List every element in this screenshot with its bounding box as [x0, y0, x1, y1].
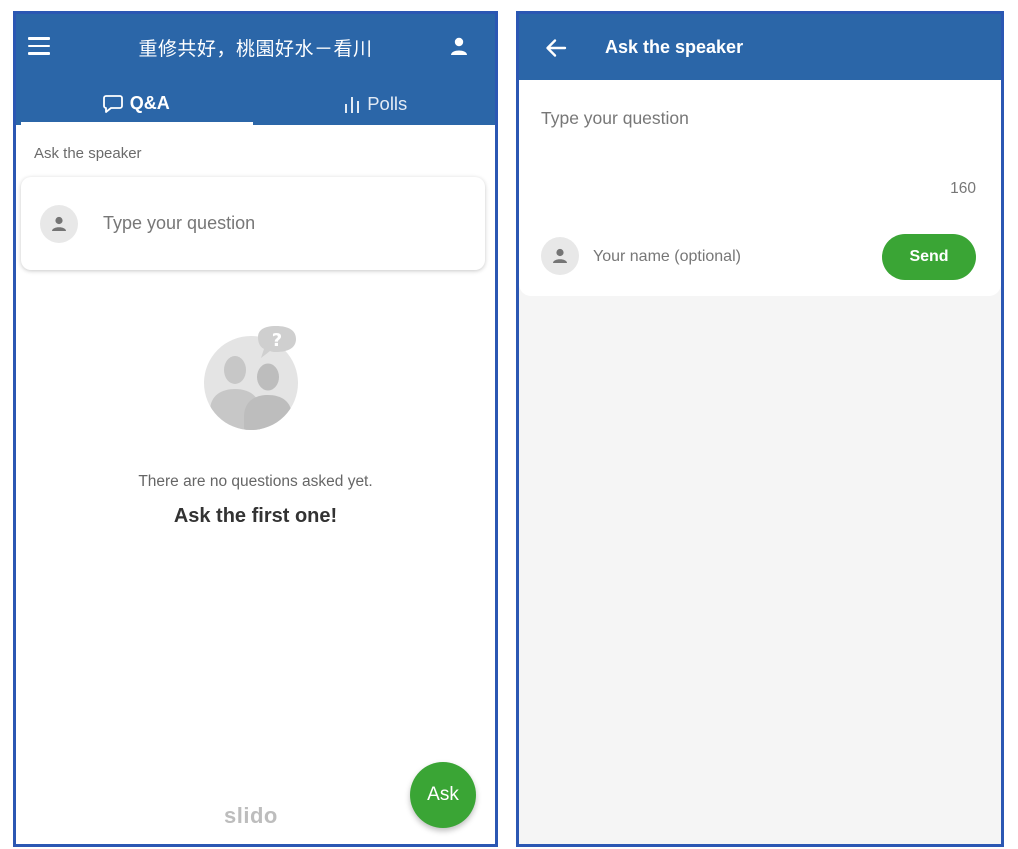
char-counter: 160	[950, 180, 976, 197]
question-placeholder: Type your question	[103, 213, 256, 233]
profile-icon[interactable]	[449, 36, 469, 56]
tab-bar: Q&A Polls	[16, 82, 495, 125]
chat-bubble-icon	[102, 94, 123, 113]
avatar	[40, 205, 78, 243]
empty-state-cta: Ask the first one!	[173, 505, 338, 527]
qa-screen: 重修共好，桃園好水－看川 Q&A Polls Ask the speaker T…	[13, 11, 498, 847]
tab-polls[interactable]: Polls	[256, 82, 496, 125]
send-button[interactable]: Send	[882, 234, 976, 280]
ask-question-screen: Ask the speaker Type your question 160 Y…	[516, 11, 1004, 847]
ask-header: Ask the speaker	[519, 14, 1001, 80]
question-input-card[interactable]: Type your question	[21, 177, 485, 270]
question-mark: ?	[272, 330, 282, 351]
avatar	[541, 237, 579, 275]
event-header: 重修共好，桃園好水－看川 Q&A Polls	[16, 14, 495, 125]
tab-qa[interactable]: Q&A	[16, 82, 256, 125]
arrow-left-icon[interactable]	[545, 37, 567, 59]
person-icon	[52, 216, 66, 231]
active-tab-indicator	[21, 122, 253, 125]
name-field[interactable]: Your name (optional)	[593, 248, 741, 266]
menu-icon[interactable]	[28, 37, 50, 55]
tab-qa-label: Q&A	[129, 93, 170, 113]
ask-screen-title: Ask the speaker	[605, 37, 744, 57]
event-title: 重修共好，桃園好水－看川	[138, 39, 373, 60]
tab-polls-label: Polls	[367, 92, 408, 114]
compose-panel: Type your question 160 Your name (option…	[519, 80, 1001, 296]
slido-logo: slido	[224, 803, 278, 828]
empty-state-message: There are no questions asked yet.	[138, 473, 373, 490]
section-label: Ask the speaker	[34, 145, 142, 162]
bar-chart-icon	[345, 96, 360, 113]
people-question-icon: ?	[204, 326, 298, 430]
person-icon	[553, 248, 567, 263]
ask-button[interactable]: Ask	[410, 762, 476, 828]
question-textarea[interactable]: Type your question	[541, 108, 689, 129]
